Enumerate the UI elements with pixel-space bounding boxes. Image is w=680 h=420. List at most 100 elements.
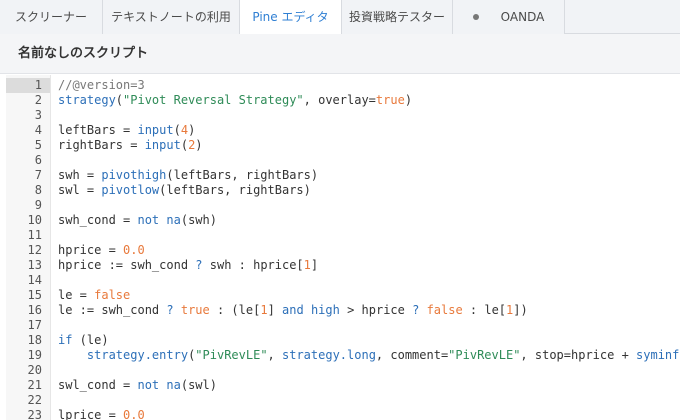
code-line[interactable]: 14 xyxy=(6,273,680,288)
code-token: , xyxy=(267,348,282,362)
code-line[interactable]: 11 xyxy=(6,228,680,243)
line-number: 20 xyxy=(27,363,42,377)
code-line[interactable]: 8 swl = pivotlow(leftBars, rightBars) xyxy=(6,183,680,198)
code-line[interactable]: 15 le = false xyxy=(6,288,680,303)
code-token: (leftBars, rightBars) xyxy=(166,168,319,182)
code-token: true xyxy=(180,303,210,317)
code-line[interactable]: 18 if (le) xyxy=(6,333,680,348)
code-line[interactable]: 22 xyxy=(6,393,680,408)
code-token: ? xyxy=(166,303,174,317)
code-token: swh_cond = xyxy=(58,213,138,227)
tab-screener[interactable]: スクリーナー xyxy=(0,0,103,34)
code-text: rightBars = input(2) xyxy=(58,138,203,153)
tab-strategy-tester[interactable]: 投資戦略テスター xyxy=(342,0,453,34)
line-number: 2 xyxy=(34,93,42,107)
line-number: 16 xyxy=(27,303,42,317)
line-number: 12 xyxy=(27,243,42,257)
line-number: 18 xyxy=(27,333,42,347)
code-editor[interactable]: 1//@version=3 2 strategy("Pivot Reversal S… xyxy=(6,75,680,420)
code-token: 4 xyxy=(180,123,189,137)
code-token: swh : hprice[ xyxy=(202,258,304,272)
code-token: ) xyxy=(188,123,196,137)
code-line[interactable]: 5 rightBars = input(2) xyxy=(6,138,680,153)
line-number: 21 xyxy=(27,378,42,392)
code-line[interactable]: 13 hprice := swh_cond ? swh : hprice[1] xyxy=(6,258,680,273)
line-number: 13 xyxy=(27,258,42,272)
code-token: 1 xyxy=(260,303,268,317)
code-line[interactable]: 10 swh_cond = not na(swh) xyxy=(6,213,680,228)
code-line[interactable]: 7 swh = pivothigh(leftBars, rightBars) xyxy=(6,168,680,183)
code-token: swl = xyxy=(58,183,102,197)
line-number: 22 xyxy=(27,393,42,407)
code-token: strategy.long xyxy=(282,348,376,362)
code-token: (swh) xyxy=(180,213,217,227)
tab-text-notes[interactable]: テキストノートの利用 xyxy=(103,0,240,34)
code-token: and xyxy=(282,303,304,317)
code-token: ] xyxy=(310,258,319,272)
code-token: le = xyxy=(58,288,95,302)
code-text: strategy("Pivot Reversal Strategy", over… xyxy=(58,93,412,108)
code-line[interactable]: 20 xyxy=(6,363,680,378)
code-token: , comment= xyxy=(375,348,449,362)
code-line[interactable]: 1 //@version=3 xyxy=(6,78,680,93)
code-token: "PivRevLE" xyxy=(195,348,268,362)
code-text: swh_cond = not na(swh) xyxy=(58,213,217,228)
code-line[interactable]: 16 le := swh_cond ? true : (le[1] and hig… xyxy=(6,303,680,318)
code-line[interactable]: 9 xyxy=(6,198,680,213)
code-token: (swl) xyxy=(180,378,217,392)
code-line[interactable]: 3 xyxy=(6,108,680,123)
code-token: input xyxy=(137,123,174,137)
code-line[interactable]: 17 xyxy=(6,318,680,333)
code-text: //@version=3 xyxy=(58,78,145,93)
code-line[interactable]: 23 lprice = 0.0 xyxy=(6,408,680,420)
code-token: na xyxy=(166,378,181,392)
tab-label: Pine エディタ xyxy=(252,10,329,24)
script-title: 名前なしのスクリプト xyxy=(0,34,680,74)
code-token: leftBars = xyxy=(58,123,138,137)
code-token: swh = xyxy=(58,168,102,182)
code-token: ]) xyxy=(513,303,528,317)
code-token: (leftBars, rightBars) xyxy=(159,183,311,197)
code-token: (le) xyxy=(72,333,109,347)
line-number: 3 xyxy=(34,108,42,122)
code-token: pivotlow xyxy=(101,183,160,197)
code-token: , stop=hprice + xyxy=(520,348,637,362)
code-token: strategy.entry xyxy=(86,348,189,362)
line-number: 17 xyxy=(27,318,42,332)
code-token: le := swh_cond xyxy=(58,303,167,317)
tab-oanda[interactable]: OANDA xyxy=(453,0,565,34)
code-line[interactable]: 6 xyxy=(6,153,680,168)
code-token: lprice = xyxy=(58,408,124,420)
code-line[interactable]: 19 strategy.entry("PivRevLE", strategy.l… xyxy=(6,348,680,363)
code-token: high xyxy=(310,303,340,317)
code-token: false xyxy=(426,303,463,317)
tab-label: スクリーナー xyxy=(14,10,87,24)
code-line[interactable]: 2 strategy("Pivot Reversal Strategy", ove… xyxy=(6,93,680,108)
line-number: 14 xyxy=(27,273,42,287)
code-token: ( xyxy=(173,123,181,137)
code-line[interactable]: 12 hprice = 0.0 xyxy=(6,243,680,258)
code-token: true xyxy=(375,93,405,107)
code-line[interactable]: 4 leftBars = input(4) xyxy=(6,123,680,138)
code-token: : le[ xyxy=(462,303,507,317)
code-token: not xyxy=(137,213,160,227)
code-token: hprice := swh_cond xyxy=(58,258,196,272)
code-token: "Pivot Reversal Strategy" xyxy=(123,93,304,107)
code-token: //@version=3 xyxy=(58,78,145,92)
line-number: 7 xyxy=(34,168,42,182)
line-number: 5 xyxy=(34,138,42,152)
code-text: lprice = 0.0 xyxy=(58,408,145,420)
code-text: swh = pivothigh(leftBars, rightBars) xyxy=(58,168,318,183)
code-text: le := swh_cond ? true : (le[1] and high … xyxy=(58,303,528,318)
tab-label: OANDA xyxy=(500,10,545,24)
code-token: na xyxy=(166,213,181,227)
code-token: ? xyxy=(195,258,203,272)
code-token: ( xyxy=(180,138,189,152)
code-text: swl = pivotlow(leftBars, rightBars) xyxy=(58,183,311,198)
tab-pine-editor[interactable]: Pine エディタ xyxy=(240,0,342,35)
tab-bar: スクリーナー テキストノートの利用 Pine エディタ 投資戦略テスター OAN… xyxy=(0,0,680,35)
code-line[interactable]: 21 swl_cond = not na(swl) xyxy=(6,378,680,393)
tab-label: テキストノートの利用 xyxy=(111,10,231,24)
